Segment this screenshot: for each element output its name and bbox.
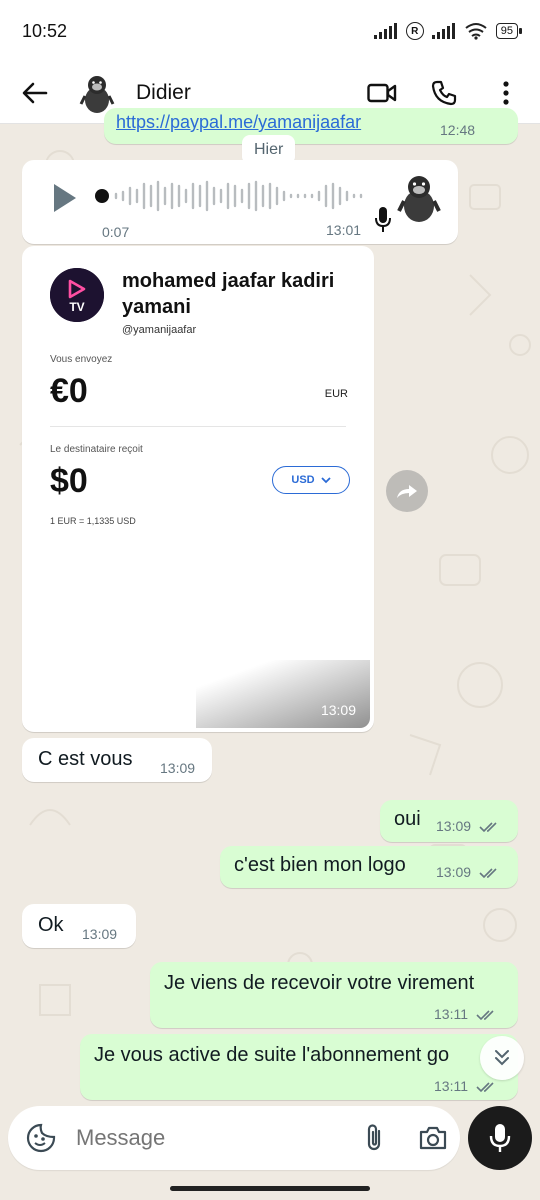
signal-icon (373, 23, 397, 39)
receive-label: Le destinataire reçoit (50, 444, 143, 455)
voice-call-button[interactable] (428, 77, 460, 109)
arrow-left-icon (22, 82, 48, 103)
payment-screenshot[interactable]: TV mohamed jaafar kadiri yamani @yamanij… (26, 250, 370, 728)
chevron-down-icon (320, 476, 331, 483)
double-check-icon (479, 822, 497, 833)
receive-amount: $0 (50, 462, 88, 500)
message-time: 12:48 (440, 122, 476, 138)
sticker-icon (26, 1123, 56, 1153)
message-time: 13:09 (320, 702, 356, 718)
send-currency: EUR (324, 388, 348, 400)
message-bubble-partial[interactable]: https://paypal.me/yamanijaafar 12:48 (104, 108, 518, 144)
camera-icon (419, 1126, 447, 1150)
camera-button[interactable] (418, 1125, 448, 1151)
play-icon (54, 184, 76, 212)
voice-message-bubble[interactable]: 0:07 13:01 (22, 160, 458, 244)
time-label: 13:11 (434, 1006, 468, 1022)
emoji-button[interactable] (26, 1123, 56, 1153)
link-text[interactable]: https://paypal.me/yamanijaafar (116, 112, 361, 133)
video-call-button[interactable] (366, 77, 398, 109)
battery-icon: 95 (495, 23, 523, 39)
roaming-icon: R (405, 22, 424, 40)
message-time: 13:09 (160, 760, 196, 776)
message-bubble-out[interactable]: Je vous active de suite l'abonnement go … (80, 1034, 518, 1100)
play-button[interactable] (52, 182, 78, 220)
contact-name[interactable]: Didier (136, 81, 191, 105)
message-text: C est vous (38, 748, 133, 770)
message-time: 13:11 (434, 1078, 498, 1094)
exchange-rate: 1 EUR = 1,1335 USD (50, 516, 136, 526)
video-camera-icon (367, 83, 397, 102)
message-text: Ok (38, 914, 64, 936)
recipient-handle: @yamanijaafar (122, 324, 197, 336)
send-amount: €0 (50, 372, 88, 410)
time-label: 13:09 (436, 818, 472, 834)
receive-currency: USD (291, 474, 315, 486)
double-chevron-down-icon (495, 1050, 509, 1066)
back-button[interactable] (18, 76, 52, 110)
send-label: Vous envoyez (50, 354, 113, 365)
time-label: 13:11 (434, 1078, 468, 1094)
message-bubble-in[interactable]: Ok 13:09 (22, 904, 136, 948)
message-composer (8, 1106, 460, 1170)
divider (50, 426, 346, 427)
logo-text: TV (69, 300, 84, 314)
signal-icon-2 (431, 23, 455, 39)
recipient-name: mohamed jaafar kadiri yamani (122, 270, 335, 318)
more-options-button[interactable] (490, 77, 522, 109)
message-time: 13:09 (436, 864, 501, 880)
phone-icon (431, 80, 457, 105)
attach-button[interactable] (364, 1123, 384, 1153)
message-time: 13:01 (326, 222, 362, 238)
status-icons: R 95 (373, 22, 523, 40)
message-bubble-in[interactable]: C est vous 13:09 (22, 738, 212, 782)
message-bubble-out[interactable]: Je viens de recevoir votre virement 13:1… (150, 962, 518, 1028)
double-check-icon (479, 868, 497, 879)
forward-button[interactable] (386, 470, 428, 512)
monkey-avatar-icon (390, 168, 448, 226)
message-time: 13:11 (434, 1006, 498, 1022)
home-indicator (170, 1186, 370, 1191)
time-label: 13:09 (436, 864, 472, 880)
message-text: Je vous active de suite l'abonnement go (94, 1044, 450, 1066)
double-check-icon (476, 1010, 494, 1021)
forward-icon (397, 485, 417, 498)
message-time: 13:09 (82, 926, 118, 942)
mic-icon (374, 206, 392, 240)
message-text: c'est bien mon logo (234, 854, 406, 876)
voice-duration: 0:07 (102, 224, 130, 240)
brand-logo: TV (50, 268, 104, 322)
waveform[interactable] (94, 180, 374, 212)
message-time: 13:09 (436, 818, 501, 834)
wifi-icon (465, 23, 487, 40)
scroll-to-bottom-button[interactable] (480, 1036, 524, 1080)
message-bubble-out[interactable]: c'est bien mon logo 13:09 (220, 846, 518, 888)
message-bubble-out[interactable]: oui 13:09 (380, 800, 518, 842)
image-message-bubble[interactable]: TV mohamed jaafar kadiri yamani @yamanij… (22, 246, 374, 732)
status-time: 10:52 (22, 20, 68, 41)
message-input[interactable] (76, 1125, 364, 1151)
voice-record-button[interactable] (468, 1106, 532, 1170)
double-check-icon (476, 1082, 494, 1093)
more-vertical-icon (503, 80, 509, 105)
paperclip-icon (367, 1124, 381, 1151)
message-text: oui (394, 808, 421, 830)
microphone-icon (489, 1124, 511, 1152)
status-bar: 10:52 R 95 (0, 0, 540, 62)
currency-select: USD (272, 466, 350, 494)
sender-avatar (390, 168, 448, 226)
message-text: Je viens de recevoir votre virement (164, 972, 475, 994)
